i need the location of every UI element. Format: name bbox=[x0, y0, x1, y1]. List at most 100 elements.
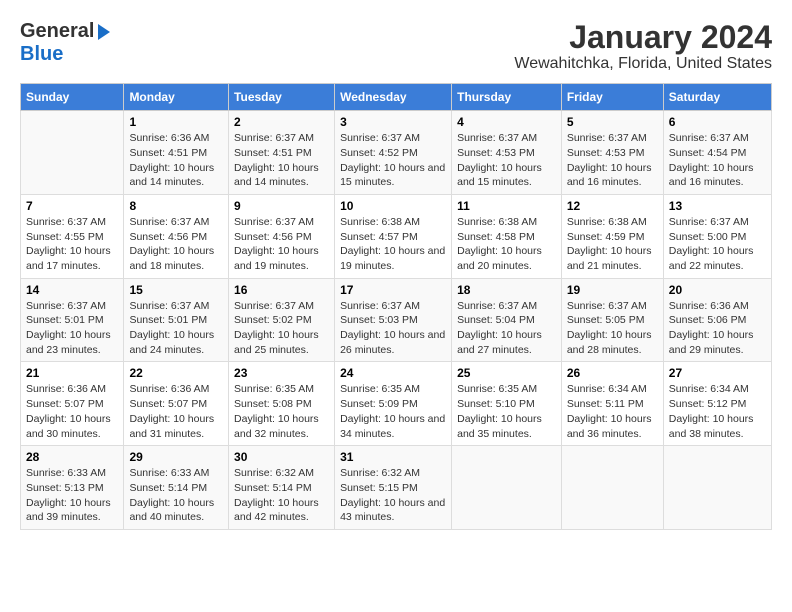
day-cell: 19 Sunrise: 6:37 AM Sunset: 5:05 PM Dayli… bbox=[561, 278, 663, 362]
column-header-monday: Monday bbox=[124, 84, 229, 111]
day-number: 10 bbox=[340, 199, 446, 213]
week-row-4: 21 Sunrise: 6:36 AM Sunset: 5:07 PM Dayli… bbox=[21, 362, 772, 446]
day-info: Sunrise: 6:38 AM Sunset: 4:57 PM Dayligh… bbox=[340, 215, 446, 274]
day-info: Sunrise: 6:37 AM Sunset: 4:53 PM Dayligh… bbox=[457, 131, 556, 190]
day-number: 23 bbox=[234, 366, 329, 380]
week-row-1: 1Sunrise: 6:36 AM Sunset: 4:51 PM Daylig… bbox=[21, 111, 772, 195]
day-number: 26 bbox=[567, 366, 658, 380]
week-row-2: 7Sunrise: 6:37 AM Sunset: 4:55 PM Daylig… bbox=[21, 194, 772, 278]
day-cell: 26 Sunrise: 6:34 AM Sunset: 5:11 PM Dayli… bbox=[561, 362, 663, 446]
day-number: 9 bbox=[234, 199, 329, 213]
day-cell: 23Sunrise: 6:35 AM Sunset: 5:08 PM Dayli… bbox=[229, 362, 335, 446]
day-number: 17 bbox=[340, 283, 446, 297]
column-header-friday: Friday bbox=[561, 84, 663, 111]
page-header: General Blue January 2024 Wewahitchka, F… bbox=[20, 20, 772, 73]
day-info: Sunrise: 6:34 AM Sunset: 5:11 PM Dayligh… bbox=[567, 382, 658, 441]
day-info: Sunrise: 6:37 AM Sunset: 5:04 PM Dayligh… bbox=[457, 299, 556, 358]
day-info: Sunrise: 6:37 AM Sunset: 4:56 PM Dayligh… bbox=[129, 215, 223, 274]
week-row-3: 14 Sunrise: 6:37 AM Sunset: 5:01 PM Dayli… bbox=[21, 278, 772, 362]
day-info: Sunrise: 6:37 AM Sunset: 4:56 PM Dayligh… bbox=[234, 215, 329, 274]
day-number: 15 bbox=[129, 283, 223, 297]
day-info: Sunrise: 6:36 AM Sunset: 5:06 PM Dayligh… bbox=[669, 299, 766, 358]
day-cell: 15 Sunrise: 6:37 AM Sunset: 5:01 PM Dayli… bbox=[124, 278, 229, 362]
day-info: Sunrise: 6:34 AM Sunset: 5:12 PM Dayligh… bbox=[669, 382, 766, 441]
day-info: Sunrise: 6:37 AM Sunset: 4:55 PM Dayligh… bbox=[26, 215, 118, 274]
day-cell bbox=[452, 446, 562, 530]
column-header-tuesday: Tuesday bbox=[229, 84, 335, 111]
day-number: 21 bbox=[26, 366, 118, 380]
day-info: Sunrise: 6:37 AM Sunset: 5:01 PM Dayligh… bbox=[129, 299, 223, 358]
day-number: 16 bbox=[234, 283, 329, 297]
day-number: 13 bbox=[669, 199, 766, 213]
day-cell: 10 Sunrise: 6:38 AM Sunset: 4:57 PM Dayli… bbox=[335, 194, 452, 278]
column-header-wednesday: Wednesday bbox=[335, 84, 452, 111]
day-cell: 1Sunrise: 6:36 AM Sunset: 4:51 PM Daylig… bbox=[124, 111, 229, 195]
day-info: Sunrise: 6:32 AM Sunset: 5:15 PM Dayligh… bbox=[340, 466, 446, 525]
logo-general-text: General bbox=[20, 20, 94, 43]
calendar-table: SundayMondayTuesdayWednesdayThursdayFrid… bbox=[20, 83, 772, 530]
day-info: Sunrise: 6:37 AM Sunset: 5:00 PM Dayligh… bbox=[669, 215, 766, 274]
day-cell: 31 Sunrise: 6:32 AM Sunset: 5:15 PM Dayli… bbox=[335, 446, 452, 530]
calendar-header-row: SundayMondayTuesdayWednesdayThursdayFrid… bbox=[21, 84, 772, 111]
day-number: 31 bbox=[340, 450, 446, 464]
day-cell: 11 Sunrise: 6:38 AM Sunset: 4:58 PM Dayli… bbox=[452, 194, 562, 278]
day-number: 5 bbox=[567, 115, 658, 129]
day-number: 30 bbox=[234, 450, 329, 464]
day-info: Sunrise: 6:33 AM Sunset: 5:14 PM Dayligh… bbox=[129, 466, 223, 525]
day-info: Sunrise: 6:37 AM Sunset: 5:05 PM Dayligh… bbox=[567, 299, 658, 358]
day-info: Sunrise: 6:32 AM Sunset: 5:14 PM Dayligh… bbox=[234, 466, 329, 525]
day-info: Sunrise: 6:37 AM Sunset: 4:52 PM Dayligh… bbox=[340, 131, 446, 190]
day-number: 22 bbox=[129, 366, 223, 380]
day-number: 24 bbox=[340, 366, 446, 380]
day-number: 14 bbox=[26, 283, 118, 297]
day-cell: 30 Sunrise: 6:32 AM Sunset: 5:14 PM Dayli… bbox=[229, 446, 335, 530]
day-info: Sunrise: 6:36 AM Sunset: 5:07 PM Dayligh… bbox=[26, 382, 118, 441]
day-number: 19 bbox=[567, 283, 658, 297]
day-cell: 29Sunrise: 6:33 AM Sunset: 5:14 PM Dayli… bbox=[124, 446, 229, 530]
day-info: Sunrise: 6:37 AM Sunset: 5:01 PM Dayligh… bbox=[26, 299, 118, 358]
day-number: 3 bbox=[340, 115, 446, 129]
day-number: 6 bbox=[669, 115, 766, 129]
day-cell: 4 Sunrise: 6:37 AM Sunset: 4:53 PM Daylig… bbox=[452, 111, 562, 195]
day-info: Sunrise: 6:37 AM Sunset: 4:54 PM Dayligh… bbox=[669, 131, 766, 190]
day-cell: 8 Sunrise: 6:37 AM Sunset: 4:56 PM Daylig… bbox=[124, 194, 229, 278]
day-cell: 12Sunrise: 6:38 AM Sunset: 4:59 PM Dayli… bbox=[561, 194, 663, 278]
day-number: 25 bbox=[457, 366, 556, 380]
day-cell: 2 Sunrise: 6:37 AM Sunset: 4:51 PM Daylig… bbox=[229, 111, 335, 195]
day-info: Sunrise: 6:35 AM Sunset: 5:09 PM Dayligh… bbox=[340, 382, 446, 441]
day-cell: 16 Sunrise: 6:37 AM Sunset: 5:02 PM Dayli… bbox=[229, 278, 335, 362]
day-info: Sunrise: 6:37 AM Sunset: 4:51 PM Dayligh… bbox=[234, 131, 329, 190]
day-number: 11 bbox=[457, 199, 556, 213]
day-number: 27 bbox=[669, 366, 766, 380]
day-number: 18 bbox=[457, 283, 556, 297]
day-number: 2 bbox=[234, 115, 329, 129]
day-cell bbox=[561, 446, 663, 530]
day-number: 1 bbox=[129, 115, 223, 129]
day-cell bbox=[21, 111, 124, 195]
day-info: Sunrise: 6:37 AM Sunset: 5:02 PM Dayligh… bbox=[234, 299, 329, 358]
day-cell: 24 Sunrise: 6:35 AM Sunset: 5:09 PM Dayli… bbox=[335, 362, 452, 446]
day-number: 20 bbox=[669, 283, 766, 297]
day-number: 8 bbox=[129, 199, 223, 213]
day-cell: 20 Sunrise: 6:36 AM Sunset: 5:06 PM Dayli… bbox=[663, 278, 771, 362]
day-number: 28 bbox=[26, 450, 118, 464]
day-info: Sunrise: 6:37 AM Sunset: 5:03 PM Dayligh… bbox=[340, 299, 446, 358]
day-number: 4 bbox=[457, 115, 556, 129]
day-info: Sunrise: 6:33 AM Sunset: 5:13 PM Dayligh… bbox=[26, 466, 118, 525]
day-cell: 25 Sunrise: 6:35 AM Sunset: 5:10 PM Dayli… bbox=[452, 362, 562, 446]
day-cell: 18 Sunrise: 6:37 AM Sunset: 5:04 PM Dayli… bbox=[452, 278, 562, 362]
day-cell: 27 Sunrise: 6:34 AM Sunset: 5:12 PM Dayli… bbox=[663, 362, 771, 446]
day-cell: 5Sunrise: 6:37 AM Sunset: 4:53 PM Daylig… bbox=[561, 111, 663, 195]
page-subtitle: Wewahitchka, Florida, United States bbox=[514, 55, 772, 73]
day-cell: 17 Sunrise: 6:37 AM Sunset: 5:03 PM Dayli… bbox=[335, 278, 452, 362]
page-title: January 2024 bbox=[514, 20, 772, 55]
day-cell: 14 Sunrise: 6:37 AM Sunset: 5:01 PM Dayli… bbox=[21, 278, 124, 362]
day-cell: 28 Sunrise: 6:33 AM Sunset: 5:13 PM Dayli… bbox=[21, 446, 124, 530]
day-number: 12 bbox=[567, 199, 658, 213]
logo: General Blue bbox=[20, 20, 114, 66]
column-header-saturday: Saturday bbox=[663, 84, 771, 111]
day-cell: 6 Sunrise: 6:37 AM Sunset: 4:54 PM Daylig… bbox=[663, 111, 771, 195]
day-cell: 9 Sunrise: 6:37 AM Sunset: 4:56 PM Daylig… bbox=[229, 194, 335, 278]
day-info: Sunrise: 6:35 AM Sunset: 5:10 PM Dayligh… bbox=[457, 382, 556, 441]
day-info: Sunrise: 6:38 AM Sunset: 4:58 PM Dayligh… bbox=[457, 215, 556, 274]
